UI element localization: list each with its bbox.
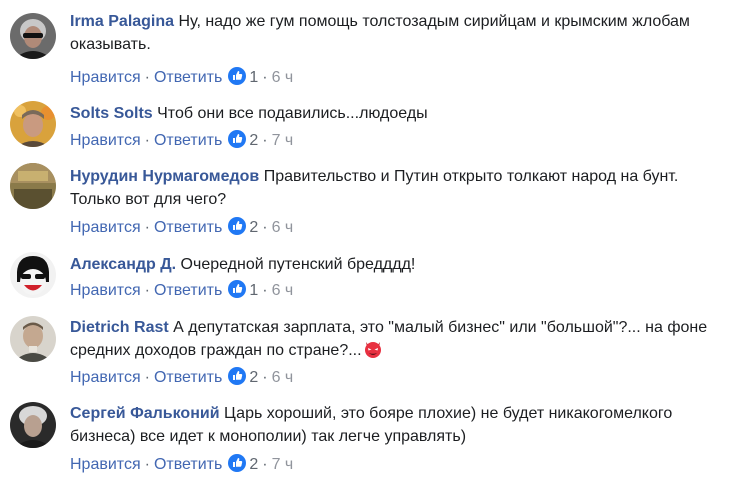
like-button[interactable]: Нравится <box>70 69 141 86</box>
thumbs-up-icon[interactable] <box>228 217 247 235</box>
thumbs-up-icon[interactable] <box>228 130 247 148</box>
reply-button[interactable]: Ответить <box>154 369 222 386</box>
like-button[interactable]: Нравится <box>70 369 141 386</box>
comment-text: Чтоб они все подавились...людоеды <box>157 105 428 122</box>
comment-actions: Нравится · Ответить 2 · 6 ч <box>70 367 294 386</box>
avatar[interactable] <box>10 252 56 298</box>
comment-actions: Нравится · Ответить 1 · 6 ч <box>70 67 294 86</box>
comment-actions: Нравится · Ответить 2 · 6 ч <box>70 217 294 236</box>
timestamp[interactable]: 6 ч <box>272 69 294 86</box>
like-button[interactable]: Нравится <box>70 219 141 236</box>
devil-emoji <box>363 339 383 359</box>
reply-button[interactable]: Ответить <box>154 132 222 149</box>
timestamp[interactable]: 7 ч <box>272 132 294 149</box>
comment-author[interactable]: Александр Д. <box>70 256 176 273</box>
avatar[interactable] <box>10 316 56 362</box>
reply-button[interactable]: Ответить <box>154 69 222 86</box>
avatar[interactable] <box>10 163 56 209</box>
reply-button[interactable]: Ответить <box>154 219 222 236</box>
thumbs-up-icon[interactable] <box>228 367 247 385</box>
comment-actions: Нравится · Ответить 2 · 7 ч <box>70 454 294 473</box>
comment-text: Очередной путенский бредддд! <box>180 256 416 273</box>
like-button[interactable]: Нравится <box>70 132 141 149</box>
thumbs-up-icon[interactable] <box>228 454 247 472</box>
comment-actions: Нравится · Ответить 2 · 7 ч <box>70 130 294 149</box>
reaction-count[interactable]: 2 <box>249 456 258 473</box>
like-button[interactable]: Нравится <box>70 456 141 473</box>
timestamp[interactable]: 6 ч <box>272 282 294 299</box>
timestamp[interactable]: 6 ч <box>272 219 294 236</box>
comment-author[interactable]: Нурудин Нурмагомедов <box>70 168 259 185</box>
reaction-count[interactable]: 1 <box>249 282 258 299</box>
thumbs-up-icon[interactable] <box>228 280 247 298</box>
reaction-count[interactable]: 2 <box>249 219 258 236</box>
avatar[interactable] <box>10 402 56 448</box>
reply-button[interactable]: Ответить <box>154 456 222 473</box>
avatar[interactable] <box>10 13 56 59</box>
comment-actions: Нравится · Ответить 1 · 6 ч <box>70 280 294 299</box>
thumbs-up-icon[interactable] <box>228 67 247 85</box>
like-button[interactable]: Нравится <box>70 282 141 299</box>
avatar[interactable] <box>10 101 56 147</box>
reaction-count[interactable]: 2 <box>249 132 258 149</box>
reaction-count[interactable]: 1 <box>249 69 258 86</box>
reply-button[interactable]: Ответить <box>154 282 222 299</box>
comment-author[interactable]: Сергей Фальконий <box>70 405 220 422</box>
comment-author[interactable]: Dietrich Rast <box>70 319 169 336</box>
timestamp[interactable]: 7 ч <box>272 456 294 473</box>
reaction-count[interactable]: 2 <box>249 369 258 386</box>
timestamp[interactable]: 6 ч <box>272 369 294 386</box>
comment-author[interactable]: Irma Palagina <box>70 13 174 30</box>
comment-author[interactable]: Solts Solts <box>70 105 153 122</box>
